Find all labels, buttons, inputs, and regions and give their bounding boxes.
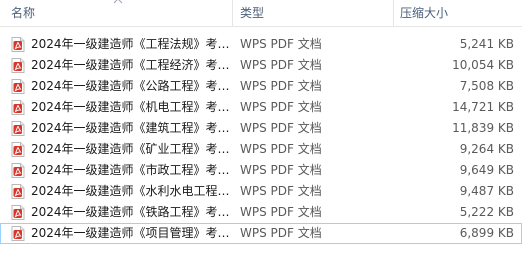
file-size: 9,264 KB [459,142,514,156]
file-type: WPS PDF 文档 [240,142,322,156]
file-row[interactable]: 2024年一级建造师《工程经济》考… WPS PDF 文档 10,054 KB [0,55,522,76]
wps-pdf-icon [11,205,25,220]
wps-pdf-icon [11,100,25,115]
file-name: 2024年一级建造师《机电工程》考… [31,100,230,114]
file-row[interactable]: 2024年一级建造师《矿业工程》考… WPS PDF 文档 9,264 KB [0,139,522,160]
file-size: 14,721 KB [452,100,514,114]
wps-pdf-icon [11,163,25,178]
column-header-type[interactable]: 类型 [240,0,390,26]
file-name: 2024年一级建造师《工程法规》考… [31,37,230,51]
file-type: WPS PDF 文档 [240,184,322,198]
wps-pdf-icon [11,184,25,199]
file-row[interactable]: 2024年一级建造师《机电工程》考… WPS PDF 文档 14,721 KB [0,97,522,118]
file-list: 2024年一级建造师《工程法规》考… WPS PDF 文档 5,241 KB 2… [0,34,522,244]
file-row[interactable]: 2024年一级建造师《公路工程》考… WPS PDF 文档 7,508 KB [0,76,522,97]
file-row[interactable]: 2024年一级建造师《建筑工程》考… WPS PDF 文档 11,839 KB [0,118,522,139]
file-size: 11,839 KB [452,121,514,135]
wps-pdf-icon [11,142,25,157]
file-name: 2024年一级建造师《铁路工程》考… [31,205,230,219]
file-name: 2024年一级建造师《市政工程》考… [31,163,230,177]
file-type: WPS PDF 文档 [240,121,322,135]
file-type: WPS PDF 文档 [240,37,322,51]
file-type: WPS PDF 文档 [240,163,322,177]
file-row[interactable]: 2024年一级建造师《工程法规》考… WPS PDF 文档 5,241 KB [0,34,522,55]
file-name: 2024年一级建造师《水利水电工程… [31,184,230,198]
wps-pdf-icon [11,226,25,241]
column-divider[interactable] [232,0,233,26]
file-size: 5,222 KB [459,205,514,219]
file-name: 2024年一级建造师《工程经济》考… [31,58,230,72]
column-header-bar: 名称 类型 压缩大小 [0,0,522,27]
file-row[interactable]: 2024年一级建造师《铁路工程》考… WPS PDF 文档 5,222 KB [0,202,522,223]
column-divider[interactable] [393,0,394,26]
wps-pdf-icon [11,37,25,52]
file-size: 9,649 KB [459,163,514,177]
file-row[interactable]: 2024年一级建造师《市政工程》考… WPS PDF 文档 9,649 KB [0,160,522,181]
file-size: 7,508 KB [459,79,514,93]
file-row[interactable]: 2024年一级建造师《水利水电工程… WPS PDF 文档 9,487 KB [0,181,522,202]
wps-pdf-icon [11,121,25,136]
file-size: 10,054 KB [452,58,514,72]
file-type: WPS PDF 文档 [240,100,322,114]
file-type: WPS PDF 文档 [240,226,322,240]
file-name: 2024年一级建造师《建筑工程》考… [31,121,230,135]
file-name: 2024年一级建造师《公路工程》考… [31,79,230,93]
column-header-size[interactable]: 压缩大小 [400,0,510,26]
wps-pdf-icon [11,58,25,73]
file-name: 2024年一级建造师《项目管理》考… [31,226,230,240]
wps-pdf-icon [11,79,25,94]
file-name: 2024年一级建造师《矿业工程》考… [31,142,230,156]
file-row[interactable]: 2024年一级建造师《项目管理》考… WPS PDF 文档 6,899 KB [0,223,522,244]
column-header-name[interactable]: 名称 [11,0,225,26]
file-size: 6,899 KB [459,226,514,240]
file-size: 9,487 KB [459,184,514,198]
file-size: 5,241 KB [459,37,514,51]
file-type: WPS PDF 文档 [240,205,322,219]
file-type: WPS PDF 文档 [240,58,322,72]
file-type: WPS PDF 文档 [240,79,322,93]
